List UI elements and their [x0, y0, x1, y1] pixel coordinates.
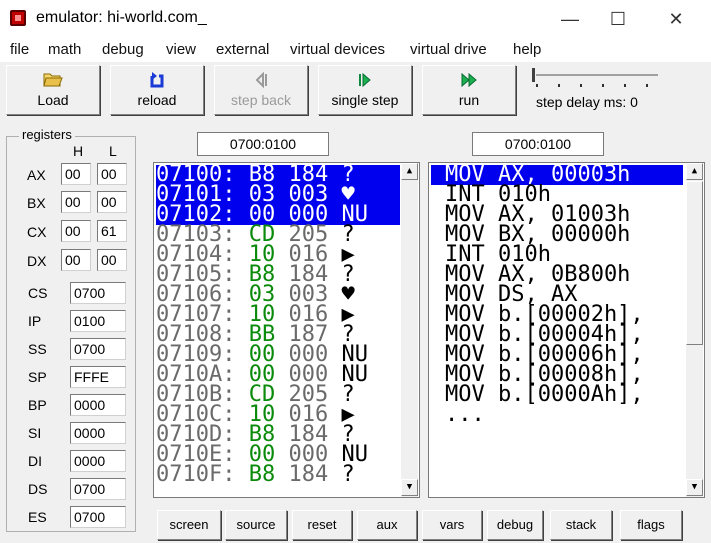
reg-cx-high[interactable]: 00 — [61, 220, 91, 242]
reg-dx-label: DX — [27, 253, 47, 269]
memory-list[interactable]: 07100: B8 184 ? 07101: 03 003 ♥ 07102: 00 … — [153, 162, 420, 498]
slider-tick — [536, 84, 538, 87]
reload-button[interactable]: reload — [110, 65, 204, 115]
slider-tick — [624, 84, 626, 87]
menu-view[interactable]: view — [166, 41, 196, 58]
close-button[interactable]: ✕ — [664, 8, 688, 30]
reg-cx-low[interactable]: 61 — [97, 220, 127, 242]
scroll-track[interactable] — [401, 181, 418, 479]
reg-bx-high[interactable]: 00 — [61, 191, 91, 213]
menu-virtual-devices[interactable]: virtual devices — [290, 41, 385, 58]
reg-ax-label: AX — [27, 167, 46, 183]
disassembly-address-input[interactable]: 0700:0100 — [472, 132, 604, 156]
reg-cs-value[interactable]: 0700 — [70, 282, 126, 304]
menu-external[interactable]: external — [216, 41, 269, 58]
scroll-down-arrow-icon[interactable]: ▼ — [401, 479, 418, 496]
source-button[interactable]: source — [225, 510, 287, 540]
reg-sp-value[interactable]: FFFE — [70, 366, 126, 388]
reset-button[interactable]: reset — [292, 510, 352, 540]
step-delay-label: step delay ms: 0 — [536, 94, 638, 110]
app-chip-icon — [10, 10, 26, 26]
reg-es-label: ES — [28, 509, 47, 525]
reg-es-value[interactable]: 0700 — [70, 506, 126, 528]
stack-button[interactable]: stack — [550, 510, 612, 540]
reg-ax-high[interactable]: 00 — [61, 163, 91, 185]
memory-row-hex: B8 — [248, 462, 276, 487]
reg-di-label: DI — [28, 453, 42, 469]
reload-icon — [111, 70, 203, 90]
memory-scrollbar[interactable]: ▲ ▼ — [401, 163, 418, 497]
reg-ip-value[interactable]: 0100 — [70, 310, 126, 332]
menu-help[interactable]: help — [513, 41, 541, 58]
reg-si-value[interactable]: 0000 — [70, 422, 126, 444]
vars-button[interactable]: vars — [422, 510, 482, 540]
step-back-button[interactable]: step back — [214, 65, 308, 115]
slider-track — [536, 74, 658, 76]
folder-open-icon — [7, 70, 99, 90]
reg-ss-value[interactable]: 0700 — [70, 338, 126, 360]
reg-dx-high[interactable]: 00 — [61, 249, 91, 271]
reg-cx-label: CX — [27, 224, 47, 240]
menu-file[interactable]: file — [10, 41, 29, 58]
reg-ss-label: SS — [28, 341, 47, 357]
slider-thumb[interactable] — [532, 68, 535, 82]
scroll-down-arrow-icon[interactable]: ▼ — [686, 479, 703, 496]
scroll-thumb[interactable] — [686, 181, 703, 345]
reg-si-label: SI — [28, 425, 42, 441]
flags-button[interactable]: flags — [620, 510, 682, 540]
toolbar: Load reload step back single step run st… — [0, 62, 711, 118]
memory-row-address: 0710F: — [156, 462, 236, 487]
reg-ds-label: DS — [28, 481, 48, 497]
reg-ax-low[interactable]: 00 — [97, 163, 127, 185]
reg-sp-label: SP — [28, 369, 47, 385]
menu-debug[interactable]: debug — [102, 41, 144, 58]
step-back-icon — [215, 70, 307, 90]
window-title: emulator: hi-world.com_ — [36, 9, 207, 26]
menu-bar: file math debug view external virtual de… — [0, 38, 711, 62]
disassembly-scrollbar[interactable]: ▲ ▼ — [686, 163, 703, 497]
high-byte-header: H — [73, 143, 84, 159]
memory-row-decimal: 184 — [288, 462, 329, 487]
registers-group: registers H L AX 00 00 BX 00 00 CX 00 61… — [6, 127, 136, 532]
slider-tick — [558, 84, 560, 87]
reg-bp-label: BP — [28, 397, 47, 413]
title-bar: emulator: hi-world.com_ — ☐ ✕ — [0, 0, 711, 38]
memory-row[interactable]: 0710F: B8 184 ? — [156, 462, 400, 487]
disassembly-row[interactable]: ... — [431, 404, 683, 426]
screen-button[interactable]: screen — [157, 510, 221, 540]
minimize-button[interactable]: — — [558, 8, 582, 30]
memory-row-char: ? — [341, 462, 355, 487]
slider-tick — [602, 84, 604, 87]
slider-tick — [580, 84, 582, 87]
scroll-up-arrow-icon[interactable]: ▲ — [401, 163, 418, 180]
load-button[interactable]: Load — [6, 65, 100, 115]
reg-bx-low[interactable]: 00 — [97, 191, 127, 213]
reg-cs-label: CS — [28, 285, 48, 301]
menu-virtual-drive[interactable]: virtual drive — [410, 41, 487, 58]
reg-ip-label: IP — [28, 313, 42, 329]
reg-bx-label: BX — [27, 195, 46, 211]
run-button[interactable]: run — [422, 65, 516, 115]
maximize-button[interactable]: ☐ — [606, 8, 630, 30]
scroll-up-arrow-icon[interactable]: ▲ — [686, 163, 703, 180]
memory-address-input[interactable]: 0700:0100 — [197, 132, 329, 156]
low-byte-header: L — [109, 143, 117, 159]
slider-tick — [646, 84, 648, 87]
aux-button[interactable]: aux — [357, 510, 417, 540]
debug-button[interactable]: debug — [487, 510, 543, 540]
reg-bp-value[interactable]: 0000 — [70, 394, 126, 416]
reg-di-value[interactable]: 0000 — [70, 450, 126, 472]
disassembly-list[interactable]: MOV AX, 00003h INT 010h MOV AX, 01003h MOV … — [428, 162, 705, 498]
registers-legend: registers — [19, 127, 75, 142]
reg-dx-low[interactable]: 00 — [97, 249, 127, 271]
reg-ds-value[interactable]: 0700 — [70, 478, 126, 500]
single-step-icon — [319, 70, 411, 90]
single-step-button[interactable]: single step — [318, 65, 412, 115]
run-icon — [423, 70, 515, 90]
menu-math[interactable]: math — [48, 41, 81, 58]
